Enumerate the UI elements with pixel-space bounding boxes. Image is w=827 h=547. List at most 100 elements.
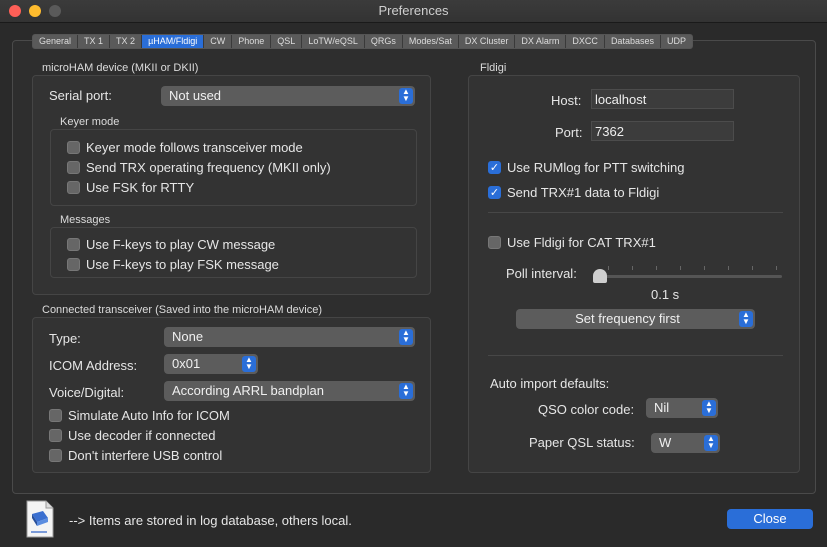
keyer-mode-title: Keyer mode	[60, 116, 120, 128]
use-decoder-label: Use decoder if connected	[68, 428, 216, 443]
tab-uham-fldigi[interactable]: µHAM/Fldigi	[142, 35, 205, 48]
checkbox-icon	[67, 258, 80, 271]
host-input[interactable]: localhost	[591, 89, 734, 109]
paper-qsl-select[interactable]: W ▲ ▼	[651, 433, 720, 453]
slider-tick	[752, 266, 753, 270]
checkbox-icon	[67, 238, 80, 251]
rumlog-ptt-label: Use RUMlog for PTT switching	[507, 160, 685, 175]
footer-note: --> Items are stored in log database, ot…	[69, 513, 352, 528]
checkmark-icon: ✓	[488, 186, 501, 199]
fkeys-fsk-checkbox[interactable]: Use F-keys to play FSK message	[67, 257, 279, 272]
poll-interval-slider[interactable]	[595, 275, 782, 278]
database-file-icon	[26, 500, 54, 538]
slider-thumb[interactable]	[593, 269, 607, 283]
slider-tick	[680, 266, 681, 270]
simulate-auto-info-checkbox[interactable]: Simulate Auto Info for ICOM	[49, 408, 230, 423]
chevron-updown-icon: ▲ ▼	[399, 383, 413, 399]
chevron-updown-icon: ▲ ▼	[399, 329, 413, 345]
keyer-follows-checkbox[interactable]: Keyer mode follows transceiver mode	[67, 140, 303, 155]
slider-tick	[656, 266, 657, 270]
fkeys-cw-label: Use F-keys to play CW message	[86, 237, 276, 252]
tab-general[interactable]: General	[33, 35, 79, 48]
tab-bar: General TX 1 TX 2 µHAM/Fldigi CW Phone Q…	[32, 34, 693, 49]
serial-port-value: Not used	[169, 88, 222, 103]
tab-udp[interactable]: UDP	[661, 35, 692, 48]
paper-qsl-value: W	[659, 435, 672, 450]
checkbox-icon	[67, 181, 80, 194]
chevron-updown-icon: ▲ ▼	[399, 88, 413, 104]
title-bar: Preferences	[0, 0, 827, 23]
tab-lotw-eqsl[interactable]: LoTW/eQSL	[302, 35, 365, 48]
close-button[interactable]: Close	[727, 509, 813, 529]
chevron-updown-icon: ▲ ▼	[242, 356, 256, 372]
checkmark-icon: ✓	[488, 161, 501, 174]
icom-address-value: 0x01	[172, 356, 201, 371]
window-title: Preferences	[378, 3, 449, 18]
fldigi-cat-checkbox[interactable]: Use Fldigi for CAT TRX#1	[488, 235, 656, 250]
dont-interfere-usb-label: Don't interfere USB control	[68, 448, 223, 463]
checkbox-icon	[67, 141, 80, 154]
send-trx1-checkbox[interactable]: ✓ Send TRX#1 data to Fldigi	[488, 185, 659, 200]
tab-dx-cluster[interactable]: DX Cluster	[459, 35, 516, 48]
chevron-updown-icon: ▲ ▼	[739, 311, 753, 327]
transceiver-group-title: Connected transceiver (Saved into the mi…	[42, 304, 323, 316]
separator	[488, 355, 783, 356]
tab-modes-sat[interactable]: Modes/Sat	[403, 35, 459, 48]
icom-address-select[interactable]: 0x01 ▲ ▼	[164, 354, 258, 374]
use-decoder-checkbox[interactable]: Use decoder if connected	[49, 428, 215, 443]
slider-tick	[776, 266, 777, 270]
paper-qsl-label: Paper QSL status:	[529, 435, 635, 450]
use-fsk-label: Use FSK for RTTY	[86, 180, 195, 195]
chevron-updown-icon: ▲ ▼	[704, 435, 718, 451]
voice-digital-value: According ARRL bandplan	[172, 383, 325, 398]
voice-digital-label: Voice/Digital:	[49, 385, 125, 400]
tab-qsl[interactable]: QSL	[271, 35, 303, 48]
fkeys-fsk-label: Use F-keys to play FSK message	[86, 257, 279, 272]
type-value: None	[172, 329, 204, 344]
keyer-follows-label: Keyer mode follows transceiver mode	[86, 140, 303, 155]
send-trx-freq-checkbox[interactable]: Send TRX operating frequency (MKII only)	[67, 160, 331, 175]
slider-tick	[608, 266, 609, 270]
checkbox-icon	[49, 409, 62, 422]
qso-color-select[interactable]: Nil ▲ ▼	[646, 398, 718, 418]
dont-interfere-usb-checkbox[interactable]: Don't interfere USB control	[49, 448, 222, 463]
tab-phone[interactable]: Phone	[232, 35, 272, 48]
tab-dxcc[interactable]: DXCC	[566, 35, 605, 48]
tab-tx1[interactable]: TX 1	[78, 35, 111, 48]
auto-import-title: Auto import defaults:	[490, 376, 610, 391]
host-label: Host:	[551, 93, 582, 108]
fldigi-cat-label: Use Fldigi for CAT TRX#1	[507, 235, 656, 250]
send-trx-freq-label: Send TRX operating frequency (MKII only)	[86, 160, 331, 175]
checkbox-icon	[49, 449, 62, 462]
fkeys-cw-checkbox[interactable]: Use F-keys to play CW message	[67, 237, 275, 252]
simulate-auto-info-label: Simulate Auto Info for ICOM	[68, 408, 230, 423]
checkbox-icon	[67, 161, 80, 174]
serial-port-select[interactable]: Not used ▲ ▼	[161, 86, 415, 106]
serial-port-label: Serial port:	[49, 88, 112, 103]
type-select[interactable]: None ▲ ▼	[164, 327, 415, 347]
voice-digital-select[interactable]: According ARRL bandplan ▲ ▼	[164, 381, 415, 401]
fldigi-group-title: Fldigi	[480, 62, 507, 74]
checkbox-icon	[488, 236, 501, 249]
icom-address-label: ICOM Address:	[49, 358, 138, 373]
qso-color-label: QSO color code:	[538, 402, 635, 417]
poll-interval-value: 0.1 s	[651, 287, 680, 302]
type-label: Type:	[49, 331, 81, 346]
tab-databases[interactable]: Databases	[605, 35, 661, 48]
slider-tick	[632, 266, 633, 270]
tab-cw[interactable]: CW	[204, 35, 233, 48]
separator	[488, 212, 783, 213]
rumlog-ptt-checkbox[interactable]: ✓ Use RUMlog for PTT switching	[488, 160, 684, 175]
set-frequency-select[interactable]: Set frequency first ▲ ▼	[516, 309, 755, 329]
tab-tx2[interactable]: TX 2	[110, 35, 143, 48]
tab-dx-alarm[interactable]: DX Alarm	[515, 35, 567, 48]
tab-qrgs[interactable]: QRGs	[365, 35, 403, 48]
chevron-updown-icon: ▲ ▼	[702, 400, 716, 416]
checkbox-icon	[49, 429, 62, 442]
qso-color-value: Nil	[654, 400, 670, 415]
use-fsk-checkbox[interactable]: Use FSK for RTTY	[67, 180, 194, 195]
slider-tick	[704, 266, 705, 270]
messages-title: Messages	[60, 214, 111, 226]
port-input[interactable]: 7362	[591, 121, 734, 141]
send-trx1-label: Send TRX#1 data to Fldigi	[507, 185, 660, 200]
